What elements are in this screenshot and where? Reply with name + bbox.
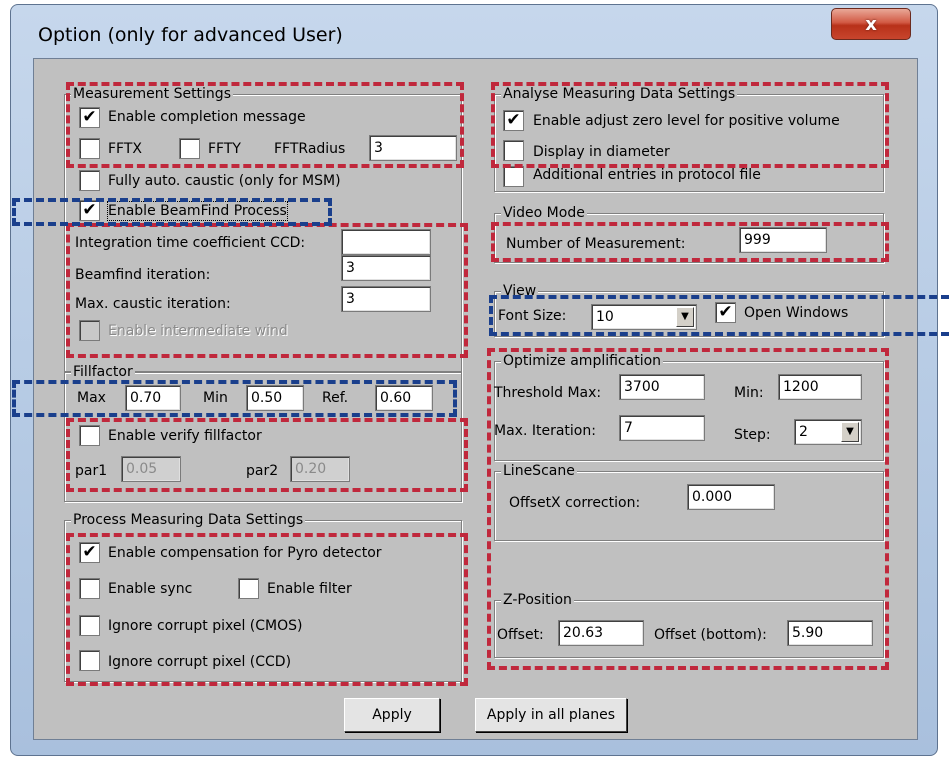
video-mode-title: Video Mode <box>501 205 587 221</box>
process-settings-title: Process Measuring Data Settings <box>71 512 306 528</box>
additional-entries-label: Additional entries in protocol file <box>533 167 761 183</box>
highlight-video-mode <box>491 222 889 262</box>
highlight-view-row <box>489 295 949 336</box>
apply-button[interactable]: Apply <box>344 698 440 732</box>
fully-auto-caustic-label: Fully auto. caustic (only for MSM) <box>108 173 341 189</box>
close-icon: x <box>865 13 877 35</box>
highlight-fillfactor-row <box>12 380 457 417</box>
highlight-beamfind-fields <box>66 223 468 358</box>
fillfactor-title: Fillfactor <box>71 364 135 380</box>
apply-all-planes-button[interactable]: Apply in all planes <box>475 698 627 732</box>
close-button[interactable]: x <box>831 8 911 40</box>
additional-entries-checkbox[interactable] <box>503 166 524 187</box>
highlight-enable-beamfind <box>12 198 332 226</box>
highlight-measurement-settings <box>66 82 464 168</box>
highlight-optimize-zposition <box>487 348 889 670</box>
highlight-analyse-settings <box>491 82 889 168</box>
highlight-verify-fillfactor <box>66 418 468 492</box>
window-title: Option (only for advanced User) <box>38 24 343 46</box>
highlight-process-settings <box>66 533 468 686</box>
fully-auto-caustic-checkbox[interactable] <box>79 170 100 191</box>
